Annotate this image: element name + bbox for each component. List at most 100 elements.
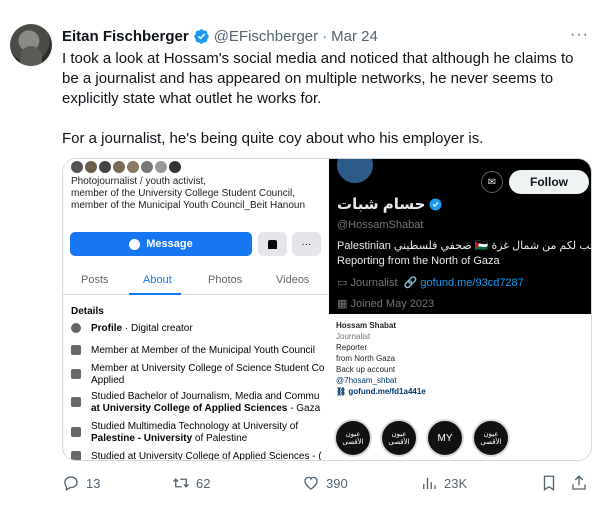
friend-avatar xyxy=(169,161,181,173)
tweet-date[interactable]: Mar 24 xyxy=(331,28,378,45)
message-label: Message xyxy=(146,238,193,250)
tab-posts: Posts xyxy=(81,274,109,286)
messenger-icon xyxy=(129,238,141,250)
instagram-bio-line: from North Gaza xyxy=(336,354,396,363)
friend-avatar xyxy=(127,161,139,173)
x-profile-link: gofund.me/93cd7287 xyxy=(420,277,524,289)
detail-text: Studied Bachelor of Journalism, Media an… xyxy=(91,391,320,402)
instagram-highlight: MY xyxy=(426,419,464,457)
repost-icon xyxy=(173,478,189,488)
facebook-bio: Photojournalist / youth activist, member… xyxy=(71,176,326,212)
detail-text: - Gaza xyxy=(287,403,321,414)
detail-row: Profile · Digital creator xyxy=(71,323,193,336)
instagram-name: Hossam Shabat xyxy=(336,321,397,330)
detail-text: Member at University College of Science … xyxy=(91,363,325,374)
x-profession: Journalist xyxy=(350,277,398,289)
info-icon xyxy=(71,323,81,333)
detail-row: Studied Multimedia Technology at Univers… xyxy=(71,421,298,445)
x-profile-name: حسام شبات xyxy=(337,195,442,213)
link-icon: ⛓ xyxy=(336,387,349,396)
mail-icon: ✉ xyxy=(481,171,503,193)
verified-badge-icon xyxy=(193,28,209,44)
friend-avatar xyxy=(85,161,97,173)
tab-photos: Photos xyxy=(208,274,243,286)
tab-videos: Videos xyxy=(276,274,310,286)
friend-avatar xyxy=(141,161,153,173)
verified-badge-icon xyxy=(429,198,442,210)
x-name-text: حسام شبات xyxy=(337,196,426,213)
x-profile-avatar xyxy=(335,159,375,185)
bio-line: member of the Municipal Youth Council_Be… xyxy=(71,200,306,211)
tweet-actions: 13 62 390 23K xyxy=(62,472,592,496)
graduation-cap-icon xyxy=(71,397,81,407)
detail-bold: Profile xyxy=(91,323,123,334)
author-avatar[interactable] xyxy=(10,24,52,66)
tab-about: About xyxy=(143,274,172,286)
reply-icon xyxy=(64,476,78,491)
like-button[interactable]: 390 xyxy=(302,474,348,492)
graduation-cap-icon xyxy=(71,451,81,460)
author-name[interactable]: Eitan Fischberger xyxy=(62,28,189,45)
briefcase-icon xyxy=(71,345,81,355)
friend-avatar xyxy=(155,161,167,173)
like-count: 390 xyxy=(326,475,348,491)
detail-bold: at University College of Applied Science… xyxy=(91,403,288,414)
detail-bold: Palestine - University xyxy=(91,433,193,444)
instagram-category: Journalist xyxy=(336,332,371,341)
instagram-mention: @7hosam_shbat xyxy=(336,376,397,385)
bookmark-icon xyxy=(543,475,555,492)
repost-button[interactable]: 62 xyxy=(172,474,210,492)
heart-icon xyxy=(304,476,318,490)
bookmark-button[interactable] xyxy=(540,474,558,492)
instagram-link: ⛓ gofund.me/fd1a441e xyxy=(336,387,426,396)
x-profile-bio: Palestinian صحفي فلسطيني 🇵🇸 أكتب لكم من … xyxy=(337,240,592,252)
views-button[interactable]: 23K xyxy=(420,474,467,492)
tweet-paragraph: I took a look at Hossam's social media a… xyxy=(62,50,574,107)
joined-text: Joined May 2023 xyxy=(350,298,435,310)
facebook-screenshot: Photojournalist / youth activist, member… xyxy=(63,159,329,461)
graduation-cap-icon xyxy=(71,427,81,437)
friend-avatar xyxy=(99,161,111,173)
reply-button[interactable]: 13 xyxy=(62,474,100,492)
x-profile-meta: ▭ Journalist 🔗 gofund.me/93cd7287 xyxy=(337,276,524,289)
detail-text: of Palestine xyxy=(192,433,248,444)
detail-text: Member at Member of the Municipal Youth … xyxy=(91,345,316,356)
author-handle[interactable]: @EFischberger xyxy=(214,28,318,45)
tweet: Eitan Fischberger @EFischberger · Mar 24… xyxy=(0,0,601,505)
details-heading: Details xyxy=(71,306,104,317)
bio-line: Photojournalist / youth activist, xyxy=(71,176,207,187)
facebook-friend-button xyxy=(258,232,287,256)
friend-avatar xyxy=(113,161,125,173)
instagram-highlight: عيون الأقصى xyxy=(380,419,418,457)
instagram-highlight: عيون الأقصى xyxy=(334,419,372,457)
facebook-tabs: Posts About Photos Videos xyxy=(63,265,329,295)
tweet-media-image[interactable]: Photojournalist / youth activist, member… xyxy=(62,158,592,461)
friend-avatars xyxy=(71,161,181,173)
views-chart-icon xyxy=(423,477,436,489)
tweet-text: I took a look at Hossam's social media a… xyxy=(62,49,590,169)
x-profile-joined: ▦ Joined May 2023 xyxy=(337,297,434,310)
detail-row: Member at Member of the Municipal Youth … xyxy=(71,345,315,358)
briefcase-icon: ▭ xyxy=(337,277,351,289)
reply-count: 13 xyxy=(86,475,101,491)
views-count: 23K xyxy=(444,475,468,491)
tweet-header: Eitan Fischberger @EFischberger · Mar 24… xyxy=(62,26,589,46)
friend-icon xyxy=(268,239,277,249)
detail-text: Studied Multimedia Technology at Univers… xyxy=(91,421,299,432)
x-profile-screenshot: ✉ Follow حسام شبات @HossamShabat Palesti… xyxy=(329,159,592,314)
briefcase-icon xyxy=(71,369,81,379)
header-separator: · xyxy=(322,27,328,45)
share-button[interactable] xyxy=(570,474,588,492)
friend-avatar xyxy=(71,161,83,173)
instagram-link-text: gofund.me/fd1a441e xyxy=(348,387,426,396)
more-options-icon[interactable]: ··· xyxy=(570,26,589,44)
repost-count: 62 xyxy=(196,475,211,491)
share-icon xyxy=(572,475,586,490)
bio-line: member of the University College Student… xyxy=(71,188,295,199)
instagram-highlight: عيون الأقصى xyxy=(472,419,510,457)
detail-row: Studied Bachelor of Journalism, Media an… xyxy=(71,391,320,415)
detail-text: Applied xyxy=(91,375,125,386)
detail-text: · Digital creator xyxy=(122,323,193,334)
detail-text: Studied at University College of Applied… xyxy=(91,451,322,461)
instagram-bio-line: Back up account xyxy=(336,365,396,374)
